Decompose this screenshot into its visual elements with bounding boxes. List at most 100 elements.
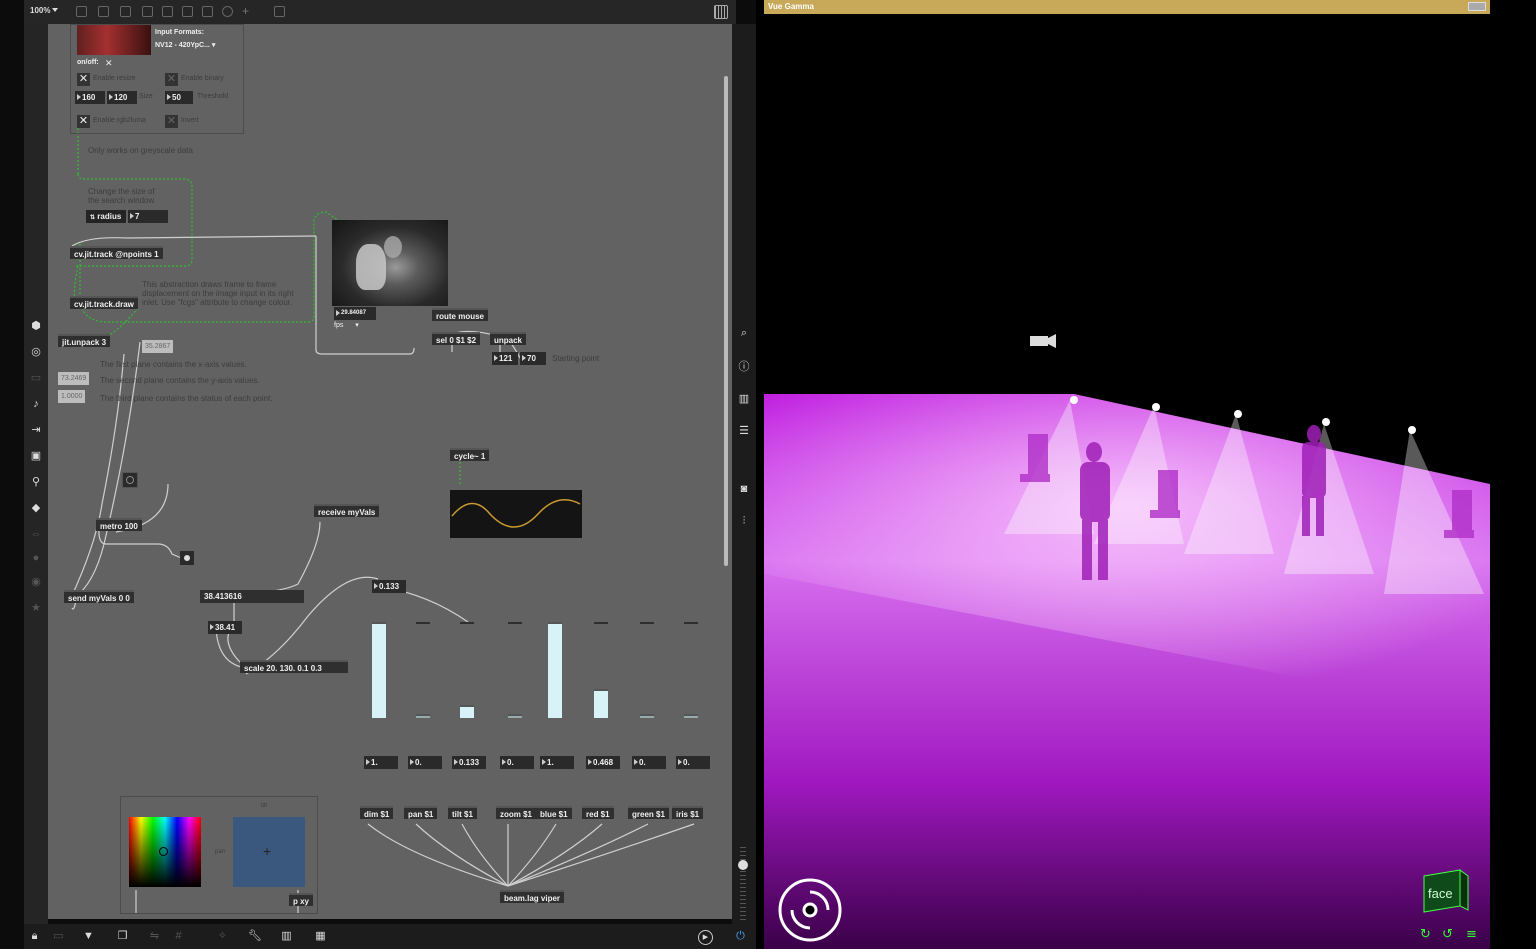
channel-message[interactable]: iris $1 xyxy=(672,806,704,819)
paint-icon[interactable] xyxy=(274,6,285,17)
channel-slider[interactable] xyxy=(372,622,386,718)
viz-title-bar[interactable]: Vue Gamma xyxy=(764,0,1490,14)
visualizer-window: Vue Gamma face ↻ ↺ ≡ xyxy=(764,0,1490,949)
star-icon[interactable]: ★ xyxy=(30,602,42,614)
link-icon[interactable]: ⇔ xyxy=(30,528,42,540)
camera-icon[interactable]: ◙ xyxy=(737,482,751,496)
wrench-icon[interactable]: 🔧︎ xyxy=(248,930,262,943)
zoom-slider-knob xyxy=(738,860,748,870)
crosshair-icon: + xyxy=(263,843,272,859)
stage-render[interactable]: face ↻ ↺ ≡ xyxy=(764,14,1490,949)
channel-slider[interactable] xyxy=(460,622,474,718)
rotate-right-icon[interactable]: ↺ xyxy=(1442,927,1453,942)
power-icon[interactable]: ⏻ xyxy=(734,930,747,943)
viz-control-icons[interactable]: ↻ ↺ ≡ xyxy=(1420,927,1477,942)
channel-message[interactable]: blue $1 xyxy=(536,806,572,819)
chat-icon[interactable]: ▼ xyxy=(82,930,95,943)
channel-value-number[interactable]: 1. xyxy=(540,756,574,769)
play-icon[interactable]: ▶ xyxy=(698,930,713,945)
channel-message[interactable]: pan $1 xyxy=(404,806,438,819)
colour-panel: pan tilt + p xy xyxy=(120,796,318,914)
channel-value-number[interactable]: 0. xyxy=(676,756,710,769)
channel-slider[interactable] xyxy=(684,622,698,718)
patcher-canvas[interactable]: Input Formats: NV12 - 420YpC... ▾ on/off… xyxy=(48,24,732,919)
channel-slider[interactable] xyxy=(640,622,654,718)
channel-value-number[interactable]: 0.133 xyxy=(452,756,486,769)
channel-message[interactable]: zoom $1 xyxy=(496,806,537,819)
zoom-chevron-icon[interactable] xyxy=(52,8,58,12)
channel-strip: 1. dim $1 0. pan $1 0.133 tilt $1 0. zoom $1 1. b… xyxy=(48,24,732,919)
record-icon[interactable]: ● xyxy=(30,552,42,564)
slider-fill xyxy=(640,714,654,718)
channel-message[interactable]: dim $1 xyxy=(360,806,394,819)
channel-value-number[interactable]: 0. xyxy=(408,756,442,769)
new-object-icon[interactable] xyxy=(76,6,87,17)
message-icon[interactable] xyxy=(98,6,109,17)
slider-fill xyxy=(372,622,386,718)
rotate-left-icon[interactable]: ↻ xyxy=(1420,927,1431,942)
zoom-slider[interactable] xyxy=(738,844,748,920)
p-xy-object[interactable]: p xy xyxy=(289,893,314,906)
right-toolbar: ⌕ ⓘ ▥ ☰ ◙ ⫶ xyxy=(724,24,756,924)
bracket-icon[interactable]: ⇥ xyxy=(30,424,42,436)
color-picker-swatch[interactable] xyxy=(129,817,201,887)
button-icon[interactable] xyxy=(162,6,173,17)
number-icon[interactable] xyxy=(182,6,193,17)
pan-tilt-pad[interactable]: + xyxy=(233,817,305,887)
pan-label: pan xyxy=(215,849,226,855)
channel-message[interactable]: red $1 xyxy=(582,806,614,819)
copy-icon[interactable]: ❐ xyxy=(116,930,129,943)
patcher-bottom-toolbar: 🔒︎ ▭ ▼ ❐ ⇋ # ✧ 🔧︎ ▥ ▦ ▶ ⏻ xyxy=(24,924,756,949)
zoom-menu[interactable]: 100% xyxy=(30,6,50,15)
settings-icon[interactable]: ◉ xyxy=(30,576,42,588)
toggle-icon[interactable] xyxy=(142,6,153,17)
channel-value-number[interactable]: 1. xyxy=(364,756,398,769)
channel-slider[interactable] xyxy=(548,622,562,718)
presentation-icon[interactable]: ▭ xyxy=(52,930,65,943)
comment-icon[interactable] xyxy=(120,6,131,17)
piano-icon[interactable]: ▥ xyxy=(280,930,293,943)
channel-message[interactable]: tilt $1 xyxy=(448,806,477,819)
slider-top-cap xyxy=(460,622,474,624)
vertical-scrollbar[interactable] xyxy=(724,76,728,566)
channel-message[interactable]: green $1 xyxy=(628,806,669,819)
channel-slider[interactable] xyxy=(508,622,522,718)
viz-window-controls-icon[interactable] xyxy=(1468,2,1486,11)
slider-fill xyxy=(508,714,522,718)
video-icon[interactable]: ▭ xyxy=(30,372,42,384)
music-note-icon[interactable]: ♪ xyxy=(30,398,42,410)
channel-value-number[interactable]: 0. xyxy=(500,756,534,769)
menu-icon[interactable]: ≡ xyxy=(1466,927,1477,942)
channel-value-number[interactable]: 0. xyxy=(632,756,666,769)
plug-icon[interactable]: ◆ xyxy=(30,502,42,514)
info-icon[interactable]: ⓘ xyxy=(737,360,751,374)
keyboard-icon[interactable]: ▦ xyxy=(314,930,327,943)
target-icon[interactable]: ◎ xyxy=(30,346,42,358)
magic-icon[interactable]: ✧ xyxy=(216,930,229,943)
channel-slider[interactable] xyxy=(594,622,608,718)
connect-icon[interactable]: ⇋ xyxy=(148,930,161,943)
package-icon[interactable]: ⬢ xyxy=(30,320,42,332)
viz-window-title: Vue Gamma xyxy=(768,2,814,11)
columns-icon[interactable]: ▥ xyxy=(737,392,751,406)
face-label: face xyxy=(1428,886,1453,901)
color-picker-cursor-icon xyxy=(159,847,168,856)
grid-icon[interactable] xyxy=(714,5,728,19)
slider-icon[interactable] xyxy=(202,6,213,17)
channel-value-number[interactable]: 0.468 xyxy=(586,756,620,769)
image-icon[interactable]: ▣ xyxy=(30,450,42,462)
lock-icon[interactable]: 🔒︎ xyxy=(28,930,41,943)
tag-icon[interactable]: ⚲ xyxy=(30,476,42,488)
dial-icon[interactable] xyxy=(222,6,233,17)
slider-fill xyxy=(416,714,430,718)
grid-snap-icon[interactable]: # xyxy=(172,930,185,943)
left-toolbar: ⬢ ◎ ▭ ♪ ⇥ ▣ ⚲ ◆ ⇔ ● ◉ ★ xyxy=(24,24,48,924)
plus-icon[interactable]: + xyxy=(242,5,253,17)
mixer-icon[interactable]: ⫶ xyxy=(737,514,751,528)
channel-slider[interactable] xyxy=(416,622,430,718)
slider-top-cap xyxy=(684,622,698,624)
slider-top-cap xyxy=(416,622,430,624)
search-icon[interactable]: ⌕ xyxy=(737,326,751,340)
list-icon[interactable]: ☰ xyxy=(737,424,751,438)
beam-lag-viper-object[interactable]: beam.lag viper xyxy=(500,890,565,903)
